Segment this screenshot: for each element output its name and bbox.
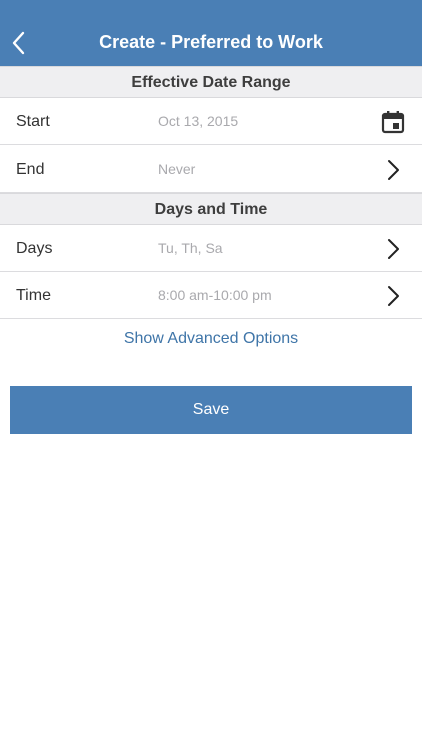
time-label: Time xyxy=(16,287,51,304)
days-value: Tu, Th, Sa xyxy=(158,240,223,256)
section-header-date-range: Effective Date Range xyxy=(0,66,422,98)
days-disclosure xyxy=(378,225,408,272)
start-date-row[interactable]: Start Oct 13, 2015 xyxy=(0,98,422,145)
page-title: Create - Preferred to Work xyxy=(99,32,323,52)
days-row[interactable]: Days Tu, Th, Sa xyxy=(0,225,422,272)
save-button[interactable]: Save xyxy=(10,386,412,434)
end-date-row[interactable]: End Never xyxy=(0,146,422,193)
chevron-right-icon xyxy=(388,238,399,259)
start-value: Oct 13, 2015 xyxy=(158,113,239,129)
chevron-right-icon xyxy=(388,159,399,180)
end-disclosure xyxy=(378,146,408,193)
time-value: 8:00 am-10:00 pm xyxy=(158,287,272,303)
start-label: Start xyxy=(16,113,50,130)
calendar-button[interactable] xyxy=(378,98,408,145)
end-value: Never xyxy=(158,161,196,177)
navigation-bar: Create - Preferred to Work xyxy=(0,0,422,66)
time-disclosure xyxy=(378,272,408,319)
days-label: Days xyxy=(16,240,53,257)
time-row[interactable]: Time 8:00 am-10:00 pm xyxy=(0,272,422,319)
section-header-days-time: Days and Time xyxy=(0,193,422,225)
calendar-icon xyxy=(381,110,405,133)
chevron-right-icon xyxy=(388,285,399,306)
show-advanced-options-link[interactable]: Show Advanced Options xyxy=(0,330,422,356)
end-label: End xyxy=(16,161,45,178)
